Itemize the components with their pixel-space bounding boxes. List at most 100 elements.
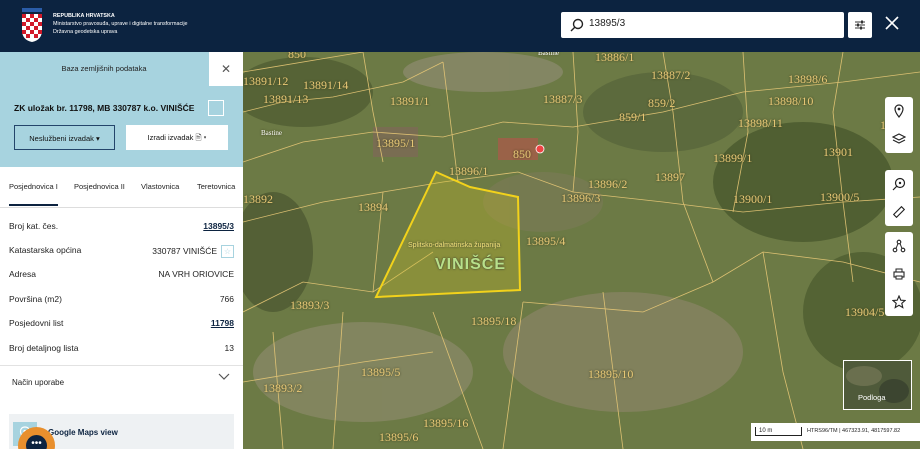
parcel-label: 13895/1 [376, 136, 416, 150]
row-value: NA VRH ORIOVICE [158, 269, 234, 279]
scale-bar: 10 m [755, 427, 802, 436]
org-line-3: Državna geodetska uprava [53, 29, 118, 35]
podloga-label: Podloga [858, 393, 886, 402]
parcel-label: 859/1 [619, 110, 647, 124]
org-line-1: REPUBLIKA HRVATSKA [53, 13, 115, 19]
parcel-label: 13893/3 [290, 298, 330, 312]
google-maps-label: Google Maps view [48, 428, 118, 437]
copy-icon[interactable] [208, 100, 224, 116]
measure-button[interactable] [885, 198, 913, 226]
panel-top-section: Baza zemljišnih podataka ✕ ZK uložak br.… [0, 52, 243, 167]
parcel-label: 13891/14 [303, 78, 349, 92]
row-label: Adresa [9, 269, 36, 279]
map-view[interactable]: 850 13891/12 13891/14 13891/1 13891/13 1… [243, 52, 920, 449]
basemap-switcher-button[interactable]: Podloga [843, 360, 912, 410]
street-label: Bastine [261, 129, 282, 137]
row-katastarska-opcina: Katastarska općina 330787 VINIŠĆE ☆ [9, 245, 234, 258]
street-label: Bastine [538, 52, 559, 57]
parcel-label: 13895/6 [379, 430, 419, 444]
panel-close-button[interactable]: ✕ [209, 52, 243, 86]
map-toolbar-middle [885, 170, 913, 226]
location-button[interactable] [885, 97, 913, 125]
row-value: 766 [219, 294, 234, 304]
parcel-label: 13887/3 [543, 92, 583, 106]
parcel-label: 13895/16 [423, 416, 469, 430]
parcel-label: 13894 [358, 200, 388, 214]
row-povrsina: Površina (m2) 766 [9, 294, 234, 304]
favorite-star-icon[interactable]: ☆ [221, 245, 234, 258]
parcel-label: 13895/5 [361, 365, 401, 379]
ruler-icon [892, 205, 906, 219]
chat-bubble-icon: ••• [26, 435, 47, 449]
parcel-label: 13896/1 [449, 164, 489, 178]
tab-posjednovica-2[interactable]: Posjednovica II [74, 182, 125, 191]
county-label: Splitsko-dalmatinska županija [408, 242, 501, 249]
row-label: Posjedovni list [9, 318, 64, 328]
map-toolbar-top [885, 97, 913, 153]
parcel-info-panel: Baza zemljišnih podataka ✕ ZK uložak br.… [0, 52, 243, 449]
parcel-label: 13898/10 [768, 94, 814, 108]
sliders-icon [855, 20, 865, 30]
panel-tabs: Posjednovica I Posjednovica II Vlastovni… [0, 167, 243, 208]
divider [0, 365, 243, 366]
star-icon [892, 295, 906, 309]
share-button[interactable] [885, 232, 913, 260]
search-value: 13895/3 [589, 18, 626, 29]
aerial-map-background [243, 52, 920, 449]
nesluzbeni-izvadak-button[interactable]: Neslužbeni izvadak ▾ [14, 125, 115, 150]
parcel-label: 13900/1 [733, 192, 773, 206]
favorite-button[interactable] [885, 288, 913, 316]
chevron-down-icon[interactable] [218, 373, 230, 381]
parcel-label: 13887/2 [651, 68, 691, 82]
zk-ulozak-label: ZK uložak br. 11798, MB 330787 k.o. VINI… [14, 103, 195, 113]
close-icon[interactable] [884, 15, 900, 31]
parcel-label: 13898/6 [788, 72, 828, 86]
posjedovni-list-link[interactable]: 11798 [211, 318, 234, 328]
map-toolbar-bottom [885, 232, 913, 316]
parcel-label: 13901 [823, 145, 853, 159]
row-broj-kat-ces: Broj kat. čes. 13895/3 [9, 221, 234, 231]
parcel-label: 13886/1 [595, 52, 635, 64]
parcel-label: 13895/4 [526, 234, 566, 248]
layers-button[interactable] [885, 125, 913, 153]
croatia-coat-of-arms-icon [22, 8, 42, 42]
search-input[interactable]: 13895/3 [561, 12, 844, 38]
share-icon [892, 239, 906, 253]
parcel-label: 13891/1 [390, 94, 430, 108]
parcel-label: 13904/5 [845, 305, 885, 319]
parcel-label: 13891/12 [243, 74, 289, 88]
zoom-search-button[interactable] [885, 170, 913, 198]
row-value: 13 [224, 343, 234, 353]
scale-and-coordinates: 10 m HTRS96/TM | 467323.91, 4817597.82 [751, 423, 920, 441]
search-icon [570, 18, 584, 32]
row-label: Katastarska općina [9, 245, 82, 255]
tab-vlastovnica[interactable]: Vlastovnica [141, 182, 179, 191]
parcel-label: 13900/5 [820, 190, 860, 204]
nacin-uporabe-section[interactable]: Način uporabe [12, 378, 64, 387]
parcel-label: 13897 [655, 170, 685, 184]
parcel-label: 13898/11 [738, 116, 783, 130]
coordinates-readout: HTRS96/TM | 467323.91, 4817597.82 [807, 428, 901, 434]
filter-button[interactable] [848, 12, 872, 38]
municipality-label: VINIŠĆE [435, 256, 507, 273]
row-broj-detaljnog-lista: Broj detaljnog lista 13 [9, 343, 234, 353]
print-button[interactable] [885, 260, 913, 288]
panel-title: Baza zemljišnih podataka [61, 64, 147, 73]
tab-teretovnica[interactable]: Teretovnica [197, 182, 235, 191]
row-adresa: Adresa NA VRH ORIOVICE [9, 269, 234, 279]
org-line-2: Ministarstvo pravosuđa, uprave i digital… [53, 21, 188, 27]
row-value: 330787 VINIŠĆE [152, 245, 217, 256]
izradi-izvadak-button[interactable]: Izradi izvadak 🖹 ▾ [126, 125, 228, 150]
parcel-label: 859/2 [648, 96, 676, 110]
parcel-label: 13896/3 [561, 191, 601, 205]
layers-icon [892, 133, 906, 144]
magnify-location-icon [892, 177, 906, 191]
parcel-number-link[interactable]: 13895/3 [203, 221, 234, 231]
parcel-label: 850 [513, 147, 531, 161]
tab-posjednovica-1[interactable]: Posjednovica I [9, 182, 58, 206]
parcel-label: 850 [288, 52, 306, 61]
parcel-label: 13895/18 [471, 314, 517, 328]
parcel-label: 13899/1 [713, 151, 753, 165]
parcel-label: 13893/2 [263, 381, 303, 395]
row-label: Broj kat. čes. [9, 221, 59, 231]
